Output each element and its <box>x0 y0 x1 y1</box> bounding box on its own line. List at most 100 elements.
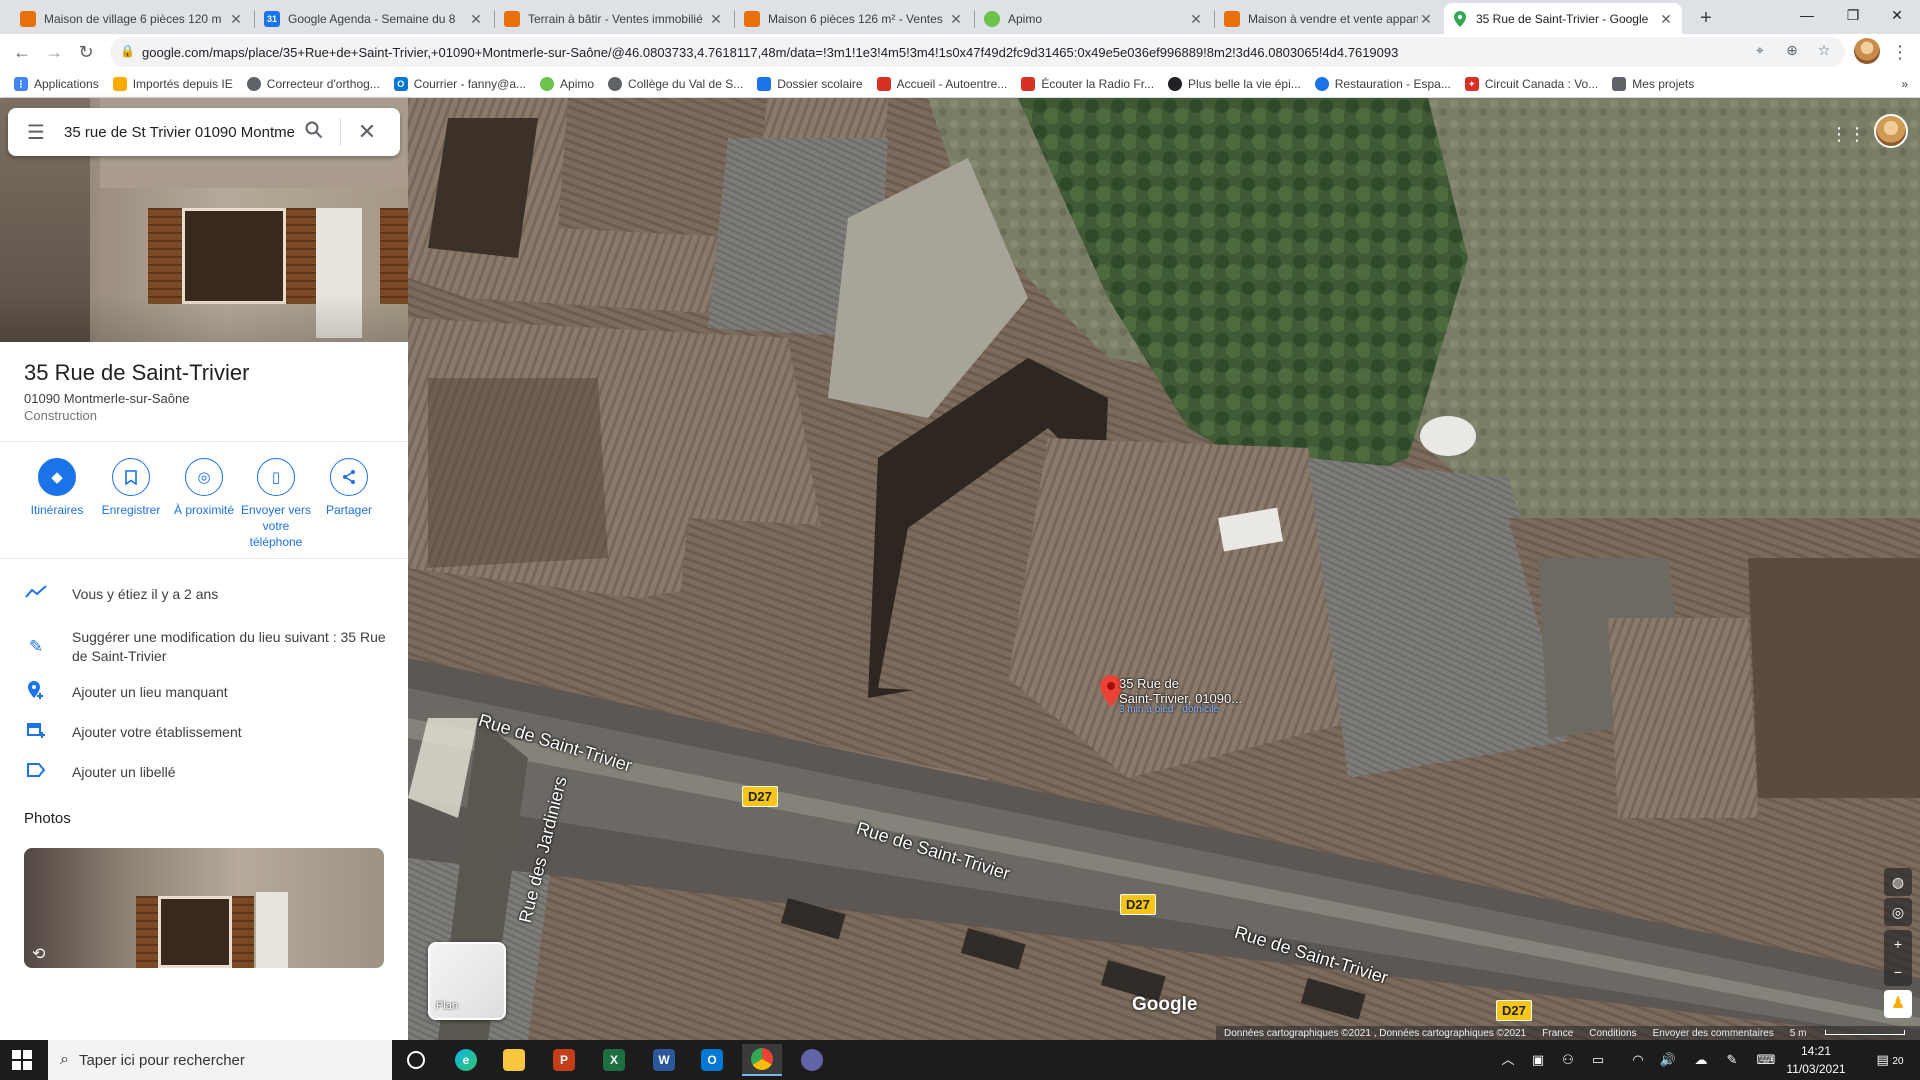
tab-terrain-a-batir[interactable]: Terrain à bâtir - Ventes immobilié ✕ <box>496 3 732 34</box>
bookmark-circuit-canada[interactable]: ✦ Circuit Canada : Vo... <box>1464 76 1598 91</box>
excel-icon[interactable]: X <box>594 1044 634 1076</box>
meet-now-icon[interactable]: ▣ <box>1528 1040 1548 1080</box>
bookmark-plus-belle-la-vie[interactable]: Plus belle la vie épi... <box>1168 76 1301 91</box>
suggest-edit-row[interactable]: ✎ Suggérer une modification du lieu suiv… <box>0 620 408 674</box>
bookmark-dossier-scolaire[interactable]: Dossier scolaire <box>757 76 863 91</box>
close-tab-icon[interactable]: ✕ <box>708 11 724 27</box>
search-input[interactable] <box>64 123 294 141</box>
road-number-badge: D27 <box>1120 894 1156 915</box>
close-tab-icon[interactable]: ✕ <box>1658 11 1674 27</box>
taskbar-search-box[interactable]: ⌕ Taper ici pour rechercher <box>48 1040 392 1080</box>
terms-link[interactable]: Conditions <box>1589 1028 1636 1039</box>
nearby-button[interactable]: ◎ À proximité <box>166 458 242 518</box>
send-feedback-link[interactable]: Envoyer des commentaires <box>1653 1028 1774 1039</box>
zoom-in-button[interactable]: + <box>1884 930 1912 958</box>
bookmark-star-icon[interactable]: ☆ <box>1814 40 1834 60</box>
save-button[interactable]: Enregistrer <box>93 458 169 518</box>
people-icon[interactable]: ⚇ <box>1558 1040 1578 1080</box>
tab-divider <box>1214 10 1215 28</box>
tab-maison-de-village[interactable]: Maison de village 6 pièces 120 m ✕ <box>12 3 252 34</box>
google-apps-grid-icon[interactable]: ⋮⋮ <box>1830 122 1866 146</box>
forward-arrow-icon[interactable]: → <box>40 38 68 66</box>
timeline-row[interactable]: Vous y étiez il y a 2 ans <box>0 574 408 614</box>
bookmark-radio[interactable]: Écouter la Radio Fr... <box>1021 76 1154 91</box>
close-tab-icon[interactable]: ✕ <box>228 11 244 27</box>
place-photo-thumbnail[interactable]: ⟲ <box>24 848 384 968</box>
bookmark-folder-ie[interactable]: Importés depuis IE <box>112 76 233 91</box>
clear-search-icon[interactable]: ✕ <box>347 119 387 145</box>
calendar-favicon-icon: 31 <box>264 10 280 27</box>
notification-count: 20 <box>1892 1056 1904 1067</box>
address-bar[interactable]: 🔒 google.com/maps/place/35+Rue+de+Saint-… <box>110 37 1845 67</box>
notification-center-button[interactable]: ▤ 20 <box>1872 1040 1908 1080</box>
layer-toggle-plan[interactable]: Plan <box>428 942 506 1020</box>
my-location-icon[interactable]: ◎ <box>1884 898 1912 926</box>
bookmark-autoentrepreneur[interactable]: Accueil - Autoentre... <box>876 76 1007 91</box>
system-clock[interactable]: 14:21 11/03/2021 <box>1776 1042 1856 1078</box>
close-tab-icon[interactable]: ✕ <box>1418 11 1434 27</box>
shutter <box>232 896 254 968</box>
account-avatar[interactable] <box>1874 114 1908 148</box>
share-button[interactable]: Partager <box>311 458 387 518</box>
directions-button[interactable]: ◆ Itinéraires <box>19 458 95 518</box>
chrome-icon[interactable] <box>742 1044 782 1076</box>
scale-bar[interactable]: 5 m <box>1790 1028 1920 1039</box>
pegman-street-view-icon[interactable]: ♟ <box>1884 990 1912 1018</box>
back-arrow-icon[interactable]: ← <box>8 38 36 66</box>
profile-avatar[interactable] <box>1854 38 1880 64</box>
lock-icon[interactable]: 🔒 <box>120 44 135 58</box>
reload-icon[interactable]: ↻ <box>72 38 100 66</box>
tab-google-agenda[interactable]: 31 Google Agenda - Semaine du 8 ✕ <box>256 3 492 34</box>
bookmark-applications[interactable]: ⋮ Applications <box>14 76 99 91</box>
bookmark-restauration[interactable]: Restauration - Espa... <box>1314 76 1451 91</box>
close-tab-icon[interactable]: ✕ <box>948 11 964 27</box>
add-label-row[interactable]: Ajouter un libellé <box>0 752 408 792</box>
zoom-out-button[interactable]: − <box>1884 958 1912 986</box>
close-tab-icon[interactable]: ✕ <box>1188 11 1204 27</box>
battery-icon[interactable]: ▭ <box>1588 1040 1608 1080</box>
show-hidden-icons-icon[interactable]: ︿ <box>1498 1040 1518 1080</box>
bookmark-apimo[interactable]: Apimo <box>540 76 594 91</box>
tab-apimo[interactable]: Apimo ✕ <box>976 3 1212 34</box>
folder-icon <box>112 76 127 91</box>
tab-maison-6-pieces[interactable]: Maison 6 pièces 126 m² - Ventes ✕ <box>736 3 972 34</box>
close-tab-icon[interactable]: ✕ <box>468 11 484 27</box>
add-business-row[interactable]: Ajouter votre établissement <box>0 712 408 752</box>
onedrive-icon[interactable]: ☁ <box>1690 1040 1712 1080</box>
file-explorer-icon[interactable] <box>494 1044 534 1076</box>
close-window-button[interactable]: ✕ <box>1874 0 1920 30</box>
bookmark-courrier[interactable]: O Courrier - fanny@a... <box>393 76 526 91</box>
pen-workspace-icon[interactable]: ✎ <box>1722 1040 1742 1080</box>
new-tab-button[interactable]: + <box>1692 4 1720 32</box>
word-icon[interactable]: W <box>644 1044 684 1076</box>
wifi-icon[interactable]: ◠ <box>1628 1040 1648 1080</box>
tab-maison-a-vendre[interactable]: Maison à vendre et vente appart ✕ <box>1216 3 1442 34</box>
pin-label[interactable]: 35 Rue de Saint-Trivier, 01090... <box>1119 676 1242 706</box>
task-view-icon[interactable] <box>396 1044 436 1076</box>
edge-browser-icon[interactable]: e <box>446 1044 486 1076</box>
volume-icon[interactable]: 🔊 <box>1658 1040 1678 1080</box>
add-missing-place-row[interactable]: Ajouter un lieu manquant <box>0 672 408 712</box>
bookmark-correcteur[interactable]: Correcteur d'orthog... <box>246 76 380 91</box>
hamburger-menu-icon[interactable]: ☰ <box>8 120 64 145</box>
globe-view-icon[interactable]: ◍ <box>1884 868 1912 896</box>
minimize-window-button[interactable]: — <box>1784 0 1830 30</box>
send-to-phone-button[interactable]: ▯ Envoyer vers votre téléphone <box>238 458 314 550</box>
location-pin-icon[interactable]: ⌖ <box>1750 40 1770 60</box>
bookmark-college[interactable]: Collège du Val de S... <box>608 76 743 91</box>
browser-menu-icon[interactable]: ⋮ <box>1886 38 1914 66</box>
country-link[interactable]: France <box>1542 1028 1573 1039</box>
install-app-icon[interactable]: ⊕ <box>1782 40 1802 60</box>
bookmark-mes-projets[interactable]: Mes projets <box>1612 76 1694 91</box>
satellite-map[interactable]: Rue de Saint-Trivier Rue de Saint-Trivie… <box>408 98 1920 1040</box>
outlook-icon[interactable]: O <box>692 1044 732 1076</box>
more-bookmarks-button[interactable]: » <box>1901 77 1908 91</box>
teams-app-icon[interactable] <box>792 1044 832 1076</box>
powerpoint-icon[interactable]: P <box>544 1044 584 1076</box>
windows-start-icon[interactable] <box>12 1050 32 1070</box>
place-category[interactable]: Construction <box>24 408 97 423</box>
search-icon[interactable] <box>294 121 334 144</box>
keyboard-icon[interactable]: ⌨ <box>1756 1040 1776 1080</box>
restore-window-button[interactable]: ❐ <box>1830 0 1876 30</box>
tab-google-maps[interactable]: 35 Rue de Saint-Trivier - Google ✕ <box>1444 3 1682 34</box>
